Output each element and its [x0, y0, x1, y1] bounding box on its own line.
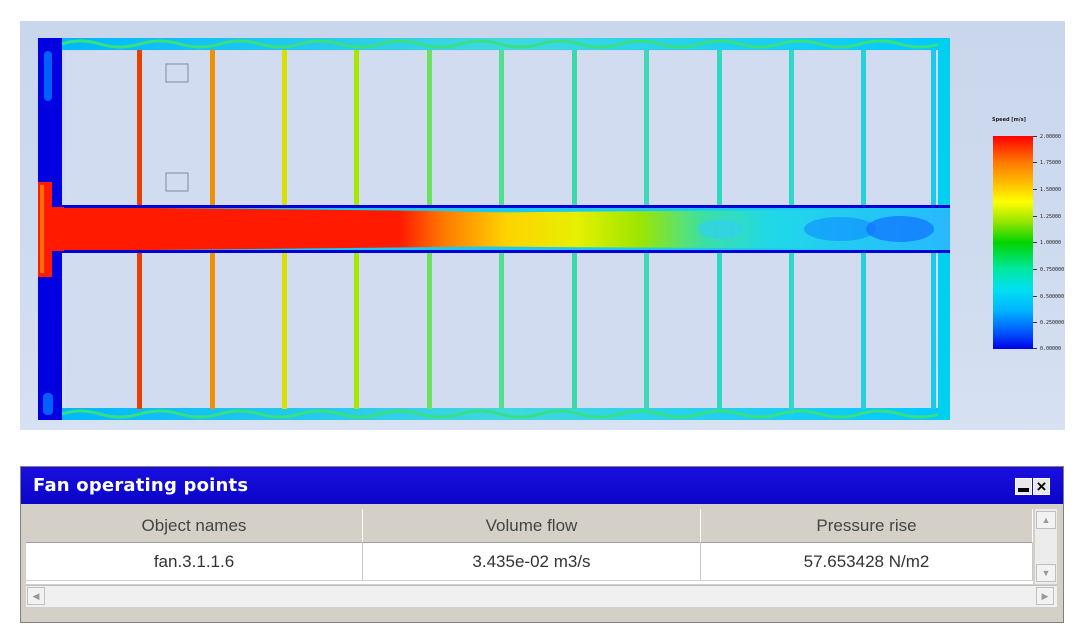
minimize-button[interactable]	[1015, 478, 1032, 495]
scroll-left-icon[interactable]: ◀	[27, 587, 45, 605]
window-title: Fan operating points	[33, 475, 249, 496]
column-header-volume-flow[interactable]: Volume flow	[363, 509, 701, 543]
fan-operating-points-window: Fan operating points × Object names Volu…	[20, 466, 1064, 623]
legend-tick-label: 0.00000	[1040, 346, 1062, 352]
cell-pressure-rise[interactable]: 57.653428 N/m2	[701, 543, 1033, 581]
legend-title: Speed [m/s]	[992, 117, 1026, 123]
wake-vortex-3	[698, 219, 742, 239]
legend-tick	[1033, 162, 1037, 163]
scroll-down-icon[interactable]: ▼	[1036, 564, 1056, 582]
velocity-contour-plot	[38, 38, 950, 420]
legend-tick-label: 1.00000	[1040, 240, 1062, 246]
nozzle-edge	[40, 185, 44, 273]
window-titlebar[interactable]: Fan operating points ×	[21, 467, 1063, 504]
legend-tick-label: 2.00000	[1040, 134, 1062, 140]
channel-wall-bottom	[62, 250, 950, 253]
cell-volume-flow[interactable]: 3.435e-02 m3/s	[363, 543, 701, 581]
scroll-right-icon[interactable]: ▶	[1036, 587, 1054, 605]
legend-tick-label: 0.250000	[1040, 320, 1065, 326]
legend-tick	[1033, 269, 1037, 270]
channel-wall-top	[62, 205, 950, 208]
inlet-highlight-top	[44, 51, 52, 101]
legend-tick-label: 1.50000	[1040, 187, 1062, 193]
legend-tick-label: 0.500000	[1040, 294, 1065, 300]
wake-vortex-2	[866, 216, 934, 242]
legend-tick	[1033, 348, 1037, 349]
column-header-pressure-rise[interactable]: Pressure rise	[701, 509, 1033, 543]
legend-tick	[1033, 216, 1037, 217]
legend-tick	[1033, 189, 1037, 190]
legend-tick	[1033, 242, 1037, 243]
close-button[interactable]: ×	[1033, 478, 1050, 495]
legend-color-bar	[993, 136, 1033, 349]
speed-legend: Speed [m/s] 2.00000 1.75000 1.50000 1.25…	[992, 117, 1072, 357]
vertical-scrollbar[interactable]: ▲ ▼	[1035, 509, 1057, 584]
close-icon: ×	[1036, 477, 1047, 496]
legend-tick	[1033, 322, 1037, 323]
wake-vortex-1	[804, 217, 876, 241]
operating-points-table: Object names Volume flow Pressure rise f…	[26, 509, 1033, 584]
legend-tick	[1033, 296, 1037, 297]
inlet-highlight-bottom	[43, 393, 53, 415]
legend-tick-label: 1.25000	[1040, 214, 1062, 220]
legend-tick	[1033, 136, 1037, 137]
scroll-up-icon[interactable]: ▲	[1036, 511, 1056, 529]
minimize-icon	[1018, 488, 1029, 492]
cell-object-name[interactable]: fan.3.1.1.6	[26, 543, 363, 581]
legend-tick-label: 0.750000	[1040, 267, 1065, 273]
column-header-object-names[interactable]: Object names	[26, 509, 363, 543]
legend-tick-label: 1.75000	[1040, 160, 1062, 166]
horizontal-scrollbar[interactable]: ◀ ▶	[26, 585, 1057, 607]
cfd-viewport[interactable]: Speed [m/s] 2.00000 1.75000 1.50000 1.25…	[20, 21, 1065, 430]
